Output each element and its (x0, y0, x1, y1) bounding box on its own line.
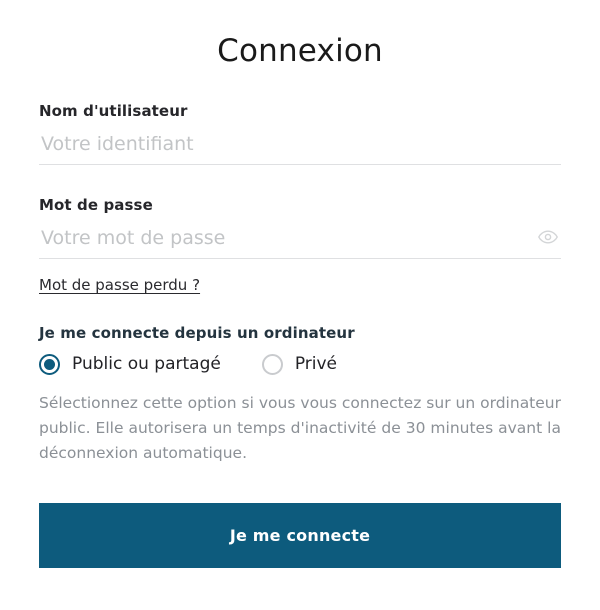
submit-area: Je me connecte (39, 503, 561, 568)
radio-mark-private[interactable] (261, 353, 283, 375)
connection-context-help-text: Sélectionnez cette option si vous vous c… (39, 394, 561, 462)
page-title: Connexion (217, 33, 383, 69)
username-field-group: Nom d'utilisateur (39, 102, 561, 165)
radio-option-private[interactable]: Privé (261, 353, 338, 375)
connection-context-section: Je me connecte depuis un ordinateur Publ… (39, 324, 561, 466)
forgot-password-link[interactable]: Mot de passe perdu ? (39, 276, 200, 294)
password-input[interactable] (39, 223, 561, 258)
eye-icon[interactable] (536, 225, 560, 249)
login-form: Nom d'utilisateur Mot de passe Mot de pa… (27, 102, 573, 568)
username-label: Nom d'utilisateur (39, 102, 188, 120)
password-field-group: Mot de passe (39, 196, 561, 259)
radio-mark-public[interactable] (39, 353, 60, 375)
username-input-wrap (39, 129, 561, 165)
login-submit-button[interactable]: Je me connecte (39, 503, 561, 568)
radio-option-public[interactable]: Public ou partagé (39, 353, 221, 375)
connection-context-radio-group: Public ou partagé Privé (39, 353, 561, 375)
connection-context-legend: Je me connecte depuis un ordinateur (39, 324, 355, 342)
password-label: Mot de passe (39, 196, 153, 214)
login-page: Connexion Nom d'utilisateur Mot de passe… (0, 0, 600, 610)
radio-label-private: Privé (294, 354, 338, 374)
radio-label-public: Public ou partagé (72, 354, 221, 374)
password-input-wrap (39, 223, 561, 259)
username-input[interactable] (39, 129, 561, 164)
